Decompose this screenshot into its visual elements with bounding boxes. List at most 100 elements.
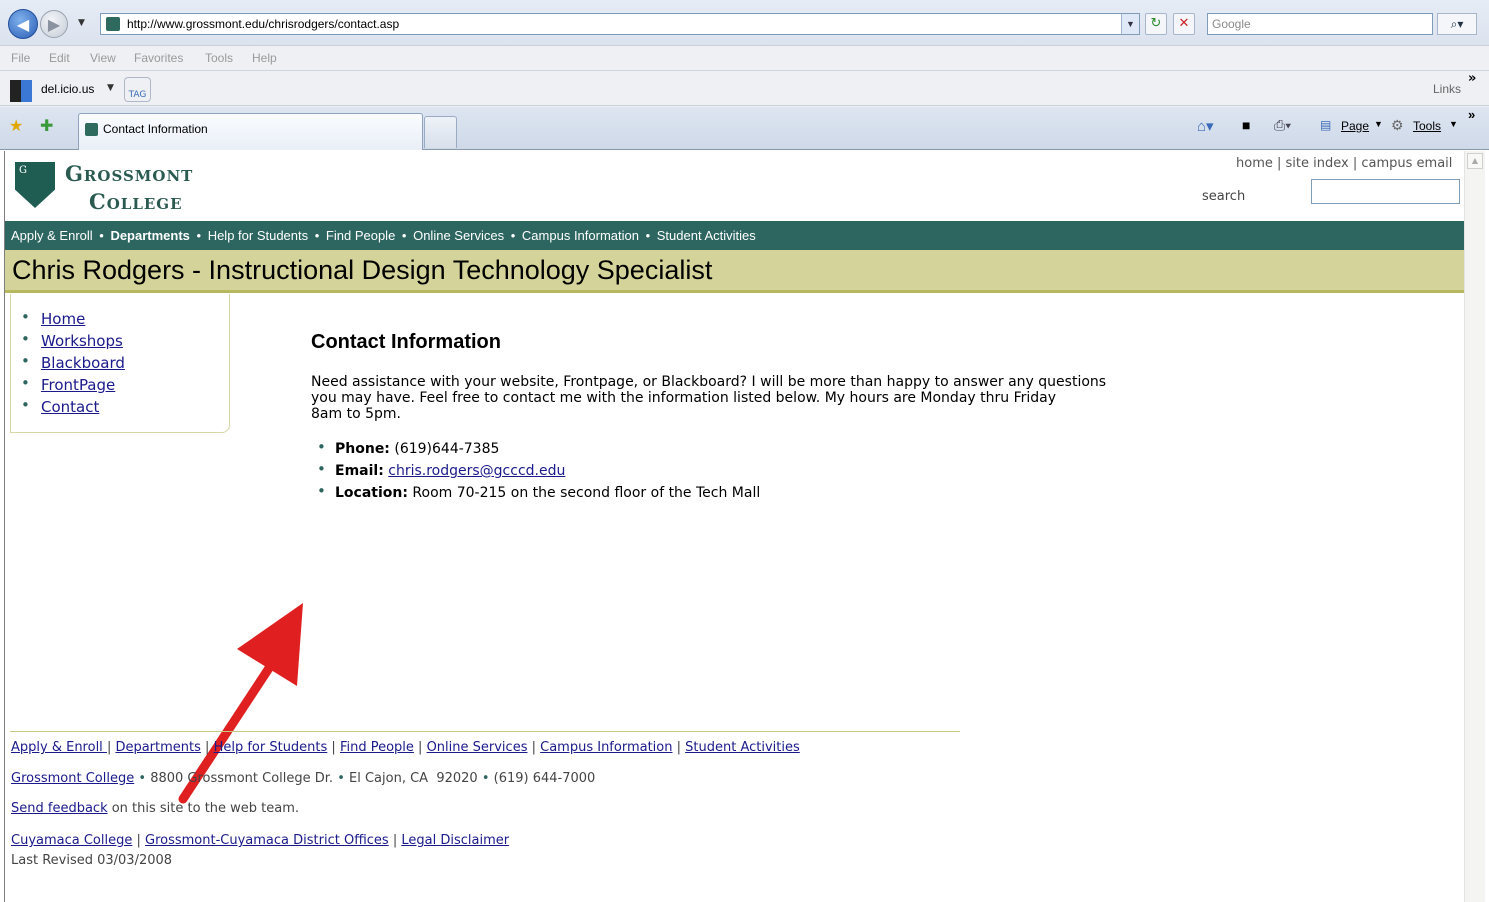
tab-bar: ★ ✚ Contact Information ⌂▾ ■ ⎙▾ ▤ Page ▼… xyxy=(0,107,1489,150)
email-label: Email: xyxy=(335,463,384,479)
main-content: Contact Information Need assistance with… xyxy=(311,331,1171,504)
phone-value: (619)644-7385 xyxy=(394,441,500,457)
nav-departments[interactable]: Departments xyxy=(110,228,189,243)
menu-edit[interactable]: Edit xyxy=(49,51,70,65)
contact-phone: Phone: (619)644-7385 xyxy=(311,436,1171,460)
menu-view[interactable]: View xyxy=(90,51,116,65)
sidebar-item-workshops: Workshops xyxy=(21,328,229,352)
forward-arrow-icon: ▶ xyxy=(47,14,61,34)
menu-tools[interactable]: Tools xyxy=(205,51,233,65)
tag-button[interactable]: TAG xyxy=(124,77,151,102)
footer-link-find-people[interactable]: Find People xyxy=(340,740,414,755)
stop-button[interactable]: ✕ xyxy=(1173,13,1195,35)
refresh-button[interactable]: ↻ xyxy=(1145,13,1167,35)
footer-link-campus-information[interactable]: Campus Information xyxy=(540,740,672,755)
footer-street: 8800 Grossmont College Dr. xyxy=(150,771,334,786)
search-label: search xyxy=(1202,189,1246,204)
footer-link-help-for-students[interactable]: Help for Students xyxy=(214,740,328,755)
sidebar-link-home[interactable]: Home xyxy=(41,310,85,328)
print-icon[interactable]: ⎙▾ xyxy=(1274,117,1291,134)
sidebar-item-blackboard: Blackboard xyxy=(21,350,229,374)
contact-list: Phone: (619)644-7385 Email: chris.rodger… xyxy=(311,436,1171,504)
footer-feedback: Send feedback on this site to the web te… xyxy=(11,801,299,816)
sidebar-link-frontpage[interactable]: FrontPage xyxy=(41,376,115,394)
chevron-right-icon[interactable]: » xyxy=(1468,107,1475,122)
logo-line-2: College xyxy=(89,189,183,214)
history-dropdown-icon[interactable]: ▼ xyxy=(78,18,85,28)
sidebar-item-frontpage: FrontPage xyxy=(21,372,229,396)
nav-find-people[interactable]: Find People xyxy=(326,228,395,243)
nav-apply-enroll[interactable]: Apply & Enroll xyxy=(11,228,93,243)
address-bar[interactable]: http://www.grossmont.edu/chrisrodgers/co… xyxy=(100,13,1140,35)
intro-paragraph: Need assistance with your website, Front… xyxy=(311,374,1171,422)
sidebar-link-contact[interactable]: Contact xyxy=(41,398,99,416)
chevron-right-icon[interactable]: » xyxy=(1468,71,1476,86)
back-arrow-icon: ◀ xyxy=(16,14,30,34)
vertical-scrollbar[interactable]: ▲ xyxy=(1464,151,1485,902)
menu-bar: File Edit View Favorites Tools Help xyxy=(0,47,1489,69)
site-search-input[interactable] xyxy=(1311,179,1460,204)
sidebar-link-workshops[interactable]: Workshops xyxy=(41,332,123,350)
menu-file[interactable]: File xyxy=(11,51,30,65)
tab-contact-information[interactable]: Contact Information xyxy=(78,113,423,150)
footer-link-departments[interactable]: Departments xyxy=(115,740,200,755)
tools-dropdown-icon[interactable]: ▼ xyxy=(1449,119,1458,129)
utility-links: home | site index | campus email xyxy=(1236,156,1453,171)
menu-favorites[interactable]: Favorites xyxy=(134,51,183,65)
footer-city: El Cajon, CA 92020 xyxy=(349,771,478,786)
campus-email-link[interactable]: campus email xyxy=(1361,156,1452,171)
send-feedback-link[interactable]: Send feedback xyxy=(11,801,108,816)
delicious-button[interactable]: del.icio.us xyxy=(41,82,94,96)
search-button[interactable]: ⌕▾ xyxy=(1437,13,1477,35)
nav-online-services[interactable]: Online Services xyxy=(413,228,504,243)
page-dropdown-icon[interactable]: ▼ xyxy=(1374,119,1383,129)
email-link[interactable]: chris.rodgers@gcccd.edu xyxy=(388,463,565,479)
links-label[interactable]: Links xyxy=(1433,82,1461,96)
menu-help[interactable]: Help xyxy=(252,51,277,65)
feeds-icon[interactable]: ■ xyxy=(1242,117,1250,133)
page-icon: ▤ xyxy=(1320,118,1332,132)
add-favorite-icon[interactable]: ✚ xyxy=(40,116,53,135)
page-menu[interactable]: Page xyxy=(1341,119,1369,133)
address-dropdown-icon[interactable]: ▼ xyxy=(1121,14,1139,34)
main-navigation: Apply & Enroll • Departments • Help for … xyxy=(5,221,1465,250)
favorites-star-icon[interactable]: ★ xyxy=(9,116,23,135)
tools-menu[interactable]: Tools xyxy=(1413,119,1441,133)
scroll-up-icon[interactable]: ▲ xyxy=(1467,153,1483,169)
location-label: Location: xyxy=(335,485,408,501)
cuyamaca-college-link[interactable]: Cuyamaca College xyxy=(11,833,132,848)
footer-district-links: Cuyamaca College | Grossmont-Cuyamaca Di… xyxy=(11,833,510,848)
address-url: http://www.grossmont.edu/chrisrodgers/co… xyxy=(127,17,400,31)
address-toolbar: ◀ ▶ ▼ http://www.grossmont.edu/chrisrodg… xyxy=(0,0,1489,46)
footer-phone: (619) 644-7000 xyxy=(493,771,596,786)
footer-nav: Apply & Enroll | Departments | Help for … xyxy=(11,740,800,755)
legal-disclaimer-link[interactable]: Legal Disclaimer xyxy=(401,833,509,848)
footer-college-link[interactable]: Grossmont College xyxy=(11,771,134,786)
delicious-dropdown-icon[interactable]: ▼ xyxy=(107,83,114,93)
back-button[interactable]: ◀ xyxy=(8,9,38,39)
footer-link-apply-enroll[interactable]: Apply & Enroll xyxy=(11,740,107,755)
college-logo-text[interactable]: Grossmont College xyxy=(65,160,193,216)
sidebar-item-contact: Contact xyxy=(21,394,229,418)
new-tab-button[interactable] xyxy=(424,116,457,148)
sidebar-link-blackboard[interactable]: Blackboard xyxy=(41,354,125,372)
college-shield-logo[interactable]: G xyxy=(15,162,55,208)
footer-link-student-activities[interactable]: Student Activities xyxy=(685,740,800,755)
footer-link-online-services[interactable]: Online Services xyxy=(427,740,528,755)
site-index-link[interactable]: site index xyxy=(1286,156,1349,171)
nav-help-for-students[interactable]: Help for Students xyxy=(208,228,308,243)
forward-button[interactable]: ▶ xyxy=(40,10,68,38)
search-input[interactable]: Google xyxy=(1207,13,1433,35)
logo-line-1: Grossmont xyxy=(65,161,194,186)
location-value: Room 70-215 on the second floor of the T… xyxy=(412,485,761,501)
tab-favicon-icon xyxy=(85,123,98,136)
search-icon: ⌕▾ xyxy=(1450,17,1464,31)
nav-campus-information[interactable]: Campus Information xyxy=(522,228,639,243)
page-title: Chris Rodgers - Instructional Design Tec… xyxy=(5,250,1465,293)
intro-line-3: 8am to 5pm. xyxy=(311,406,401,422)
district-offices-link[interactable]: Grossmont-Cuyamaca District Offices xyxy=(145,833,389,848)
nav-student-activities[interactable]: Student Activities xyxy=(657,228,756,243)
phone-label: Phone: xyxy=(335,441,390,457)
home-icon[interactable]: ⌂▾ xyxy=(1197,117,1214,135)
home-link[interactable]: home xyxy=(1236,156,1273,171)
